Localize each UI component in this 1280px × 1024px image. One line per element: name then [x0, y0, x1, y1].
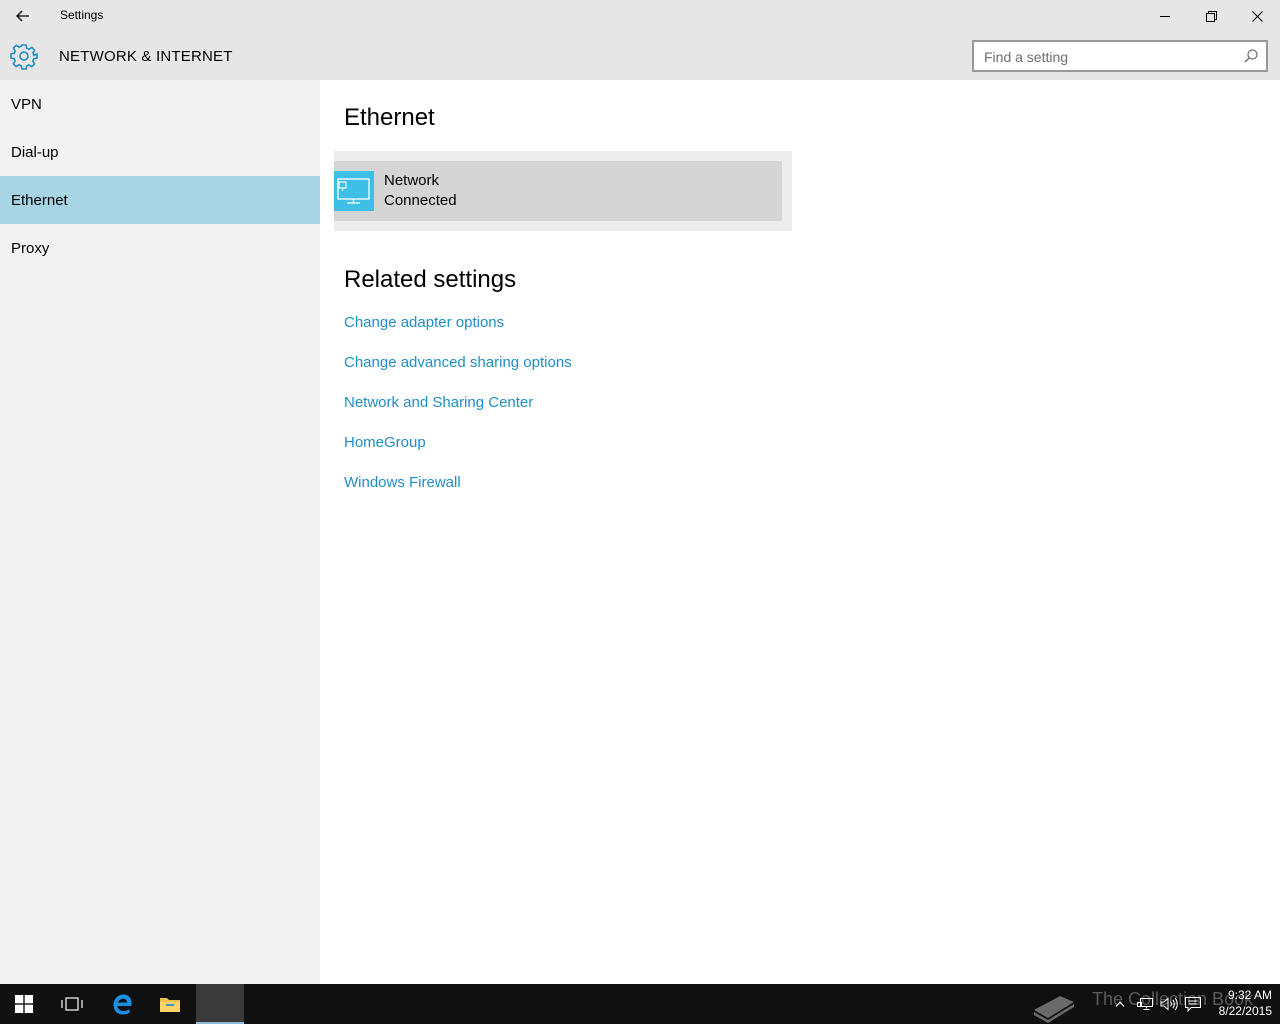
section-title: NETWORK & INTERNET — [59, 48, 233, 65]
sidebar-item-label: VPN — [11, 95, 42, 113]
restore-button[interactable] — [1188, 0, 1234, 32]
message-icon — [1185, 996, 1201, 1012]
book-logo-icon — [1034, 996, 1074, 1023]
network-status: Connected — [384, 192, 457, 209]
task-view-icon — [61, 997, 83, 1011]
sidebar-item-dial-up[interactable]: Dial-up — [0, 128, 320, 176]
link-network-and-sharing-center[interactable]: Network and Sharing Center — [344, 394, 533, 411]
sidebar-item-vpn[interactable]: VPN — [0, 80, 320, 128]
sidebar-item-label: Dial-up — [11, 143, 59, 161]
link-change-advanced-sharing-options[interactable]: Change advanced sharing options — [344, 354, 572, 371]
network-card[interactable]: Network Connected — [334, 161, 782, 221]
windows-logo-icon — [15, 995, 33, 1013]
close-icon — [1251, 10, 1263, 22]
edge-icon — [113, 994, 132, 1015]
settings-header: NETWORK & INTERNET Find a setting — [0, 32, 1280, 80]
sidebar-item-label: Ethernet — [11, 191, 68, 209]
clock-time: 9:32 AM — [1227, 988, 1272, 1002]
speaker-icon — [1160, 997, 1178, 1011]
ethernet-monitor-icon — [334, 171, 374, 211]
link-change-adapter-options[interactable]: Change adapter options — [344, 314, 504, 331]
clock-date: 8/22/2015 — [1218, 1004, 1272, 1018]
search-placeholder: Find a setting — [984, 49, 1069, 65]
taskbar: The Collection Book 9:32 AM 8/22/2015 — [0, 984, 1280, 1024]
window-title: Settings — [60, 8, 104, 22]
sidebar-item-label: Proxy — [11, 239, 50, 257]
page-title: Ethernet — [344, 104, 435, 131]
action-center-button[interactable] — [1182, 984, 1204, 1024]
file-explorer-button[interactable] — [146, 984, 194, 1024]
restore-icon — [1205, 10, 1217, 22]
search-icon[interactable] — [1244, 49, 1258, 63]
related-settings-title: Related settings — [344, 266, 517, 293]
network-tray-button[interactable] — [1134, 984, 1156, 1024]
volume-button[interactable] — [1158, 984, 1180, 1024]
main-content: Ethernet Network Connected Related setti… — [320, 80, 1280, 984]
gear-icon — [10, 44, 38, 70]
network-name: Network — [384, 172, 440, 189]
network-wired-icon — [1137, 998, 1153, 1010]
arrow-left-icon — [16, 10, 29, 22]
edge-button[interactable] — [98, 984, 146, 1024]
link-homegroup[interactable]: HomeGroup — [344, 434, 426, 451]
clock[interactable]: 9:32 AM 8/22/2015 — [1206, 987, 1272, 1019]
title-bar: Settings — [0, 0, 1280, 32]
close-button[interactable] — [1234, 0, 1280, 32]
sidebar: VPN Dial-up Ethernet Proxy — [0, 80, 320, 984]
chevron-up-icon — [1115, 1001, 1125, 1007]
start-button[interactable] — [0, 984, 48, 1024]
link-windows-firewall[interactable]: Windows Firewall — [344, 474, 461, 491]
minimize-icon — [1160, 16, 1170, 17]
show-hidden-icons-button[interactable] — [1110, 984, 1130, 1024]
sidebar-item-proxy[interactable]: Proxy — [0, 224, 320, 272]
task-view-button[interactable] — [48, 984, 96, 1024]
folder-icon — [160, 998, 180, 1012]
back-button[interactable] — [0, 0, 46, 32]
search-input[interactable]: Find a setting — [972, 40, 1268, 72]
settings-taskbar-button[interactable] — [196, 984, 244, 1024]
minimize-button[interactable] — [1142, 0, 1188, 32]
sidebar-item-ethernet[interactable]: Ethernet — [0, 176, 320, 224]
